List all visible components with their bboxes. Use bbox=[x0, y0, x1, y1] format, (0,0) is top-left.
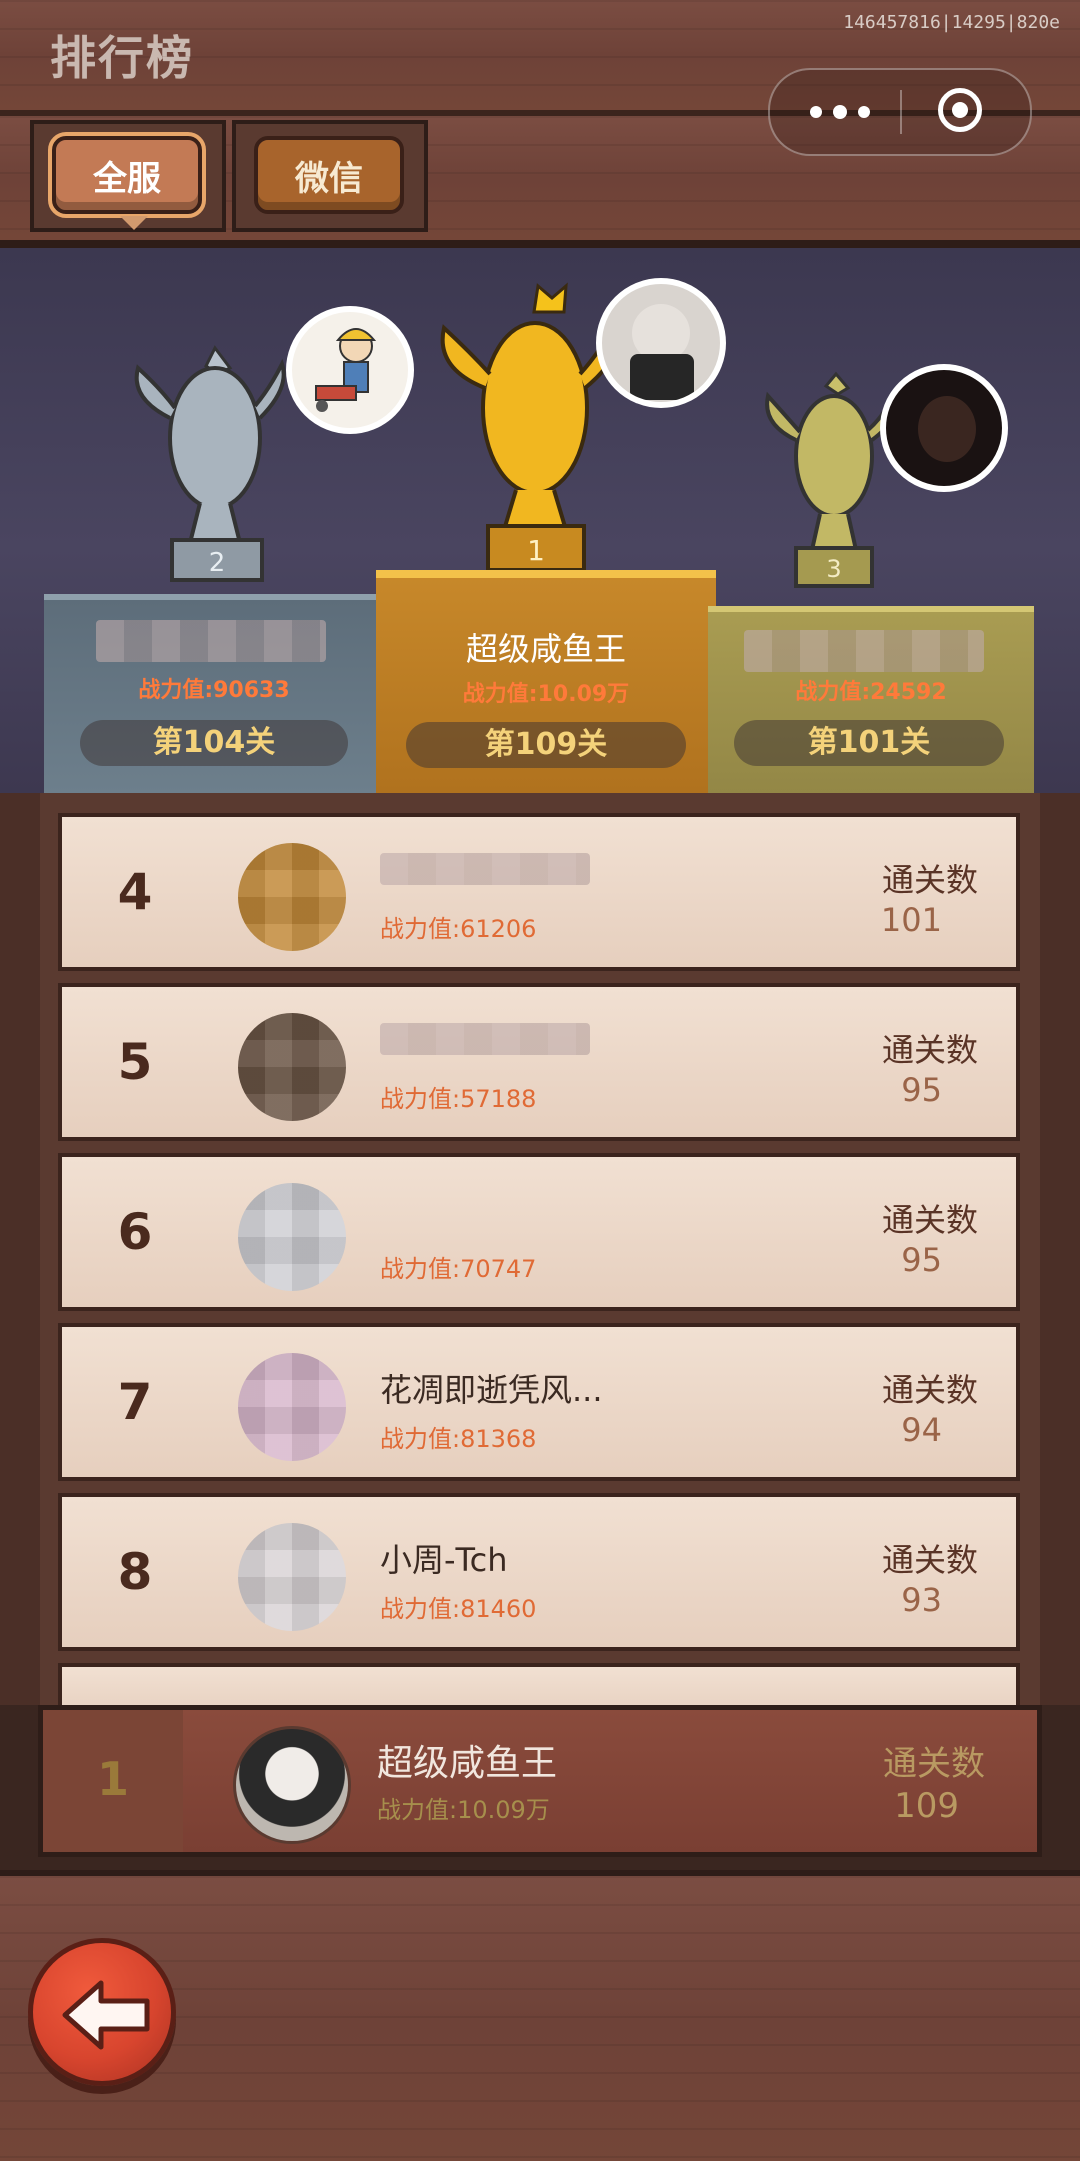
row-power: 战力值:61206 bbox=[380, 915, 537, 943]
ranking-list[interactable]: 4 战力值:61206 通关数 101 5 战力值:57188 通关数 95 6… bbox=[0, 793, 1080, 1723]
third-place-avatar[interactable] bbox=[880, 364, 1008, 492]
mini-program-capsule bbox=[768, 68, 1032, 156]
third-place-power: 战力值:24592 bbox=[795, 680, 947, 705]
active-tab-pointer-icon bbox=[120, 216, 148, 230]
list-row[interactable]: 7 花凋即逝凭风... 战力值:81368 通关数 94 bbox=[58, 1323, 1020, 1481]
capsule-divider bbox=[900, 90, 902, 134]
my-rank: 1 bbox=[96, 1752, 129, 1806]
row-name: 小周-Tch bbox=[380, 1541, 508, 1579]
row-clear-count: 101 bbox=[880, 901, 942, 939]
row-avatar bbox=[238, 1523, 346, 1631]
silver-fish-trophy-icon: 2 bbox=[134, 345, 286, 582]
close-target-icon[interactable] bbox=[938, 88, 982, 132]
svg-text:2: 2 bbox=[209, 548, 226, 578]
row-clear-label: 通关数 bbox=[881, 1031, 978, 1069]
third-place-level: 第101关 bbox=[734, 720, 1004, 766]
row-name: 花凋即逝凭风... bbox=[380, 1371, 603, 1409]
list-row[interactable]: 4 战力值:61206 通关数 101 bbox=[58, 813, 1020, 971]
row-clear-label: 通关数 bbox=[881, 861, 978, 899]
my-rank-row: 1 超级咸鱼王 战力值:10.09万 通关数 109 bbox=[38, 1705, 1042, 1857]
first-place-name: 超级咸鱼王 bbox=[465, 630, 626, 668]
row-power: 战力值:81368 bbox=[380, 1425, 537, 1453]
list-row[interactable]: 5 战力值:57188 通关数 95 bbox=[58, 983, 1020, 1141]
row-power: 战力值:57188 bbox=[380, 1085, 537, 1113]
row-clear-count: 93 bbox=[901, 1581, 942, 1619]
first-place-block: 超级咸鱼王 战力值:10.09万 第109关 bbox=[376, 570, 716, 793]
row-avatar bbox=[238, 843, 346, 951]
footer-bar bbox=[0, 1870, 1080, 2161]
svg-text:3: 3 bbox=[826, 555, 841, 583]
row-clear-count: 94 bbox=[901, 1411, 942, 1449]
row-rank: 4 bbox=[117, 863, 153, 921]
second-place-power: 战力值:90633 bbox=[138, 678, 290, 703]
third-place-block: 战力值:24592 第101关 bbox=[708, 606, 1034, 793]
row-rank: 7 bbox=[117, 1373, 153, 1431]
row-clear-count: 95 bbox=[901, 1241, 942, 1279]
my-name: 超级咸鱼王 bbox=[377, 1743, 558, 1784]
svg-text:1: 1 bbox=[527, 534, 545, 567]
page-title: 排行榜 bbox=[50, 31, 194, 85]
row-rank: 5 bbox=[117, 1033, 153, 1091]
my-avatar bbox=[233, 1726, 351, 1844]
tab-frame-wechat: 微信 bbox=[232, 120, 428, 232]
row-avatar bbox=[238, 1353, 346, 1461]
row-clear-label: 通关数 bbox=[881, 1201, 978, 1239]
first-place-level: 第109关 bbox=[406, 722, 686, 768]
row-power: 战力值:70747 bbox=[380, 1255, 537, 1283]
first-place-power: 战力值:10.09万 bbox=[462, 682, 630, 707]
list-row[interactable]: 8 小周-Tch 战力值:81460 通关数 93 bbox=[58, 1493, 1020, 1651]
tab-all-server[interactable]: 全服 bbox=[48, 132, 206, 218]
my-clear-label: 通关数 bbox=[883, 1744, 985, 1784]
row-avatar bbox=[238, 1013, 346, 1121]
worker-avatar-icon bbox=[315, 328, 377, 412]
second-place-avatar[interactable] bbox=[286, 306, 414, 434]
debug-info-text: 146457816|14295|820e bbox=[843, 12, 1060, 33]
row-clear-label: 通关数 bbox=[881, 1371, 978, 1409]
podium-area: 2 1 3 战力值:90633 第104关 超级咸鱼王 战力值:10.09万 第… bbox=[0, 248, 1080, 793]
row-rank: 6 bbox=[117, 1203, 153, 1261]
row-clear-count: 95 bbox=[901, 1071, 942, 1109]
second-place-name-blurred bbox=[96, 620, 326, 662]
list-row[interactable]: 6 战力值:70747 通关数 95 bbox=[58, 1153, 1020, 1311]
second-place-block: 战力值:90633 第104关 bbox=[44, 594, 384, 793]
row-avatar bbox=[238, 1183, 346, 1291]
row-name-blurred bbox=[380, 853, 590, 885]
row-clear-label: 通关数 bbox=[881, 1541, 978, 1579]
my-clear-count: 109 bbox=[894, 1786, 959, 1826]
tab-wechat[interactable]: 微信 bbox=[254, 136, 404, 214]
first-place-avatar[interactable] bbox=[596, 278, 726, 408]
more-dots-icon[interactable] bbox=[810, 98, 870, 126]
row-rank: 8 bbox=[117, 1543, 153, 1601]
back-arrow-icon bbox=[62, 1980, 150, 2050]
row-name-blurred bbox=[380, 1023, 590, 1055]
third-place-name-blurred bbox=[744, 630, 984, 672]
my-power: 战力值:10.09万 bbox=[377, 1796, 550, 1824]
back-button[interactable] bbox=[28, 1938, 176, 2086]
second-place-level: 第104关 bbox=[80, 720, 348, 766]
row-power: 战力值:81460 bbox=[380, 1595, 537, 1623]
